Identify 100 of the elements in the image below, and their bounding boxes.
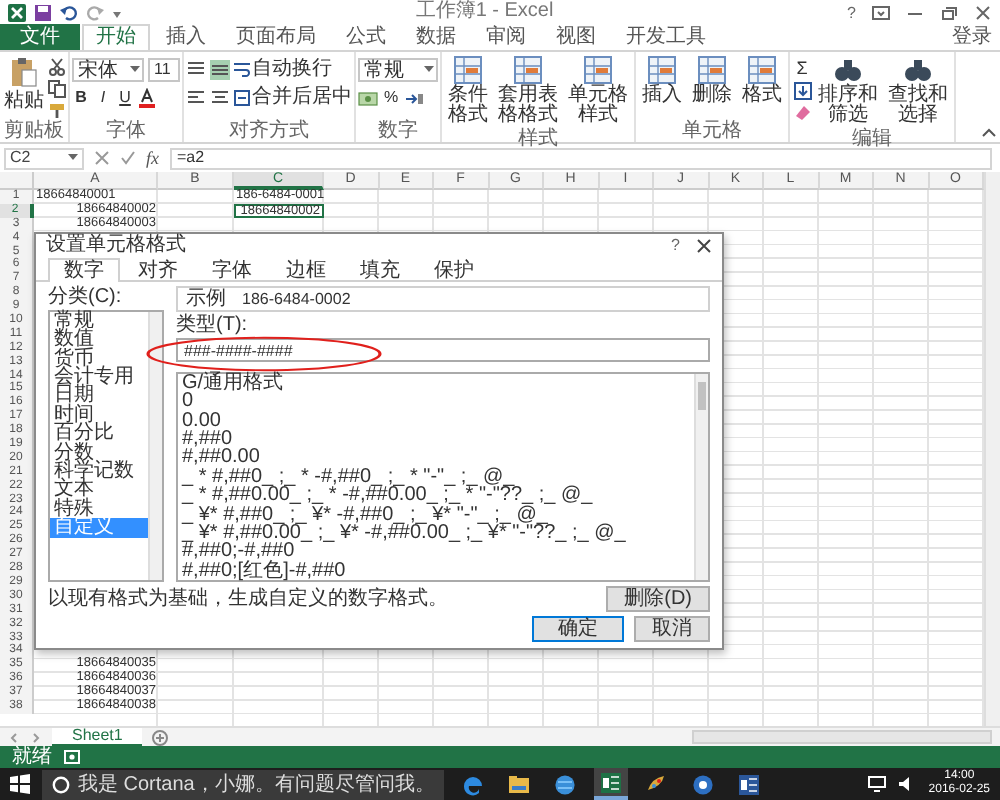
close-icon[interactable] [974,5,992,19]
help-button[interactable]: ? [671,236,680,255]
category-item[interactable]: 常规 [50,311,148,331]
ok-button[interactable]: 确定 [532,616,624,643]
windows-icon[interactable] [10,774,30,794]
number-format-field[interactable]: 常规 [358,58,438,82]
format-item[interactable]: #,##0.00 [178,448,694,468]
category-item[interactable]: 分数 [50,443,148,462]
dialog-tab[interactable]: 填充 [344,257,416,280]
text-style-button[interactable]: U [116,88,134,108]
ribbon-button[interactable]: 格式 [738,54,786,108]
close-icon[interactable] [696,237,712,254]
check-icon[interactable] [120,150,136,166]
restore-icon[interactable] [940,5,958,19]
fill-down-icon[interactable] [793,82,811,100]
category-item[interactable]: 科学记数 [50,461,148,481]
ribbon-button[interactable]: 查找和选择 [884,54,952,128]
file-tab[interactable]: 文件 [0,24,80,50]
ribbon-button[interactable]: 排序和筛选 [814,54,882,128]
ribbon-tab[interactable]: 审阅 [472,24,540,50]
copy-icon[interactable] [48,80,66,98]
font-color-icon[interactable] [138,88,156,108]
merge-center-button[interactable]: 合并后居中 [234,86,352,108]
ribbon-tab[interactable]: 视图 [542,24,610,50]
previous-sheet-icon[interactable] [8,731,20,743]
help-button[interactable]: ? [847,3,856,21]
text-style-button[interactable]: B [72,88,90,108]
description-text: 以现有格式为基础，生成自定义的数字格式。 [48,588,450,611]
delete-button[interactable]: 删除(D) [606,586,710,613]
ribbon-button[interactable]: 套用表格格式 [494,54,562,128]
font-field[interactable]: 宋体 [72,58,144,82]
ribbon-options-icon[interactable] [872,5,890,19]
category-item[interactable]: 特殊 [50,499,148,519]
dialog-tab[interactable]: 保护 [418,257,490,280]
category-item[interactable]: 日期 [50,386,148,406]
sheet-tab[interactable]: Sheet1 [52,727,143,747]
paste-button[interactable]: 粘贴 [2,54,46,114]
align-middle-icon[interactable] [210,59,230,79]
dialog-tab[interactable]: 对齐 [122,257,194,280]
font-size-field[interactable]: 11 [148,58,180,82]
network-icon[interactable] [868,776,887,792]
horizontal-scrollbar[interactable] [692,730,992,744]
format-item[interactable]: #,##0 [178,429,694,449]
spreadsheet-app-icon[interactable] [594,768,629,800]
eraser-icon[interactable] [793,104,811,122]
type-field[interactable]: ###-####-#### [176,337,710,362]
ribbon-tab[interactable]: 插入 [152,24,220,50]
wrap-icon [234,61,250,77]
brush-icon[interactable] [48,102,66,120]
category-item[interactable]: 货币 [50,349,148,368]
dialog-tab[interactable]: 边框 [270,257,342,280]
dialog-tab[interactable]: 字体 [196,257,268,280]
formula-field[interactable]: =a2 [169,147,992,169]
ribbon-tab[interactable]: 开始 [82,24,150,50]
text-style-button[interactable]: I [94,88,112,108]
name-box[interactable]: C2 [4,147,84,169]
cancel-button[interactable]: 取消 [634,616,710,643]
collapse-icon[interactable] [982,128,996,138]
ribbon-button[interactable]: 单元格样式 [564,54,632,128]
align-center-icon[interactable] [210,87,230,107]
autosum-button[interactable]: Σ [792,58,812,78]
macro-record-icon[interactable] [64,750,80,764]
save-icon[interactable] [34,3,52,21]
wrap-text-button[interactable]: 自动换行 [234,58,332,80]
format-item[interactable]: #,##0;-#,##0 [178,542,694,562]
category-item[interactable]: 文本 [50,480,148,500]
ribbon-button[interactable]: 条件格式 [444,54,492,128]
category-item[interactable]: 会计专用 [50,367,148,387]
format-item[interactable]: _ ¥* #,##0_ ;_ ¥* -#,##0_ ;_ ¥* "-"_ ;_ @_ [178,505,694,524]
vertical-scrollbar[interactable] [984,172,1000,726]
scissors-icon[interactable] [48,58,66,76]
ribbon-tab[interactable]: 开发工具 [612,24,720,50]
category-item[interactable]: 数值 [50,330,148,349]
ribbon-tab[interactable]: 数据 [402,24,470,50]
format-item[interactable]: 0 [178,392,694,411]
ribbon-button[interactable]: 删除 [688,54,736,108]
next-sheet-icon[interactable] [30,731,42,743]
scrollbar[interactable] [148,311,162,581]
search-box[interactable]: 我是 Cortana，小娜。有问题尽管问我。 [42,769,445,799]
undo-icon[interactable] [60,3,78,21]
sign-in-link[interactable]: 登录 [952,24,992,50]
category-item[interactable]: 百分比 [50,424,148,444]
format-item[interactable]: #,##0;[红色]-#,##0 [178,561,694,581]
decimal-icon[interactable] [404,89,424,107]
format-item[interactable]: _ * #,##0_ ;_ * -#,##0_ ;_ * "-"_ ;_ @_ [178,467,694,487]
format-item[interactable]: 0.00 [178,411,694,430]
ribbon-tab[interactable]: 页面布局 [222,24,330,50]
ribbon-button[interactable]: 插入 [638,54,686,108]
ribbon-tab[interactable]: 公式 [332,24,400,50]
currency-icon[interactable] [358,89,378,107]
format-item[interactable]: _ * #,##0.00_ ;_ * -#,##0.00_ ;_ * "-"??_ ;_ @_ [178,486,694,506]
percent-button[interactable]: % [382,88,400,108]
format-item[interactable]: G/通用格式 [178,373,694,393]
add-sheet-icon[interactable] [152,729,169,745]
cancel-icon[interactable] [94,150,110,166]
align-left-icon[interactable] [186,87,206,107]
scrollbar[interactable] [694,373,708,581]
insert-function-button[interactable]: fx [146,148,159,168]
dialog-tab[interactable]: 数字 [48,257,120,282]
align-top-icon[interactable] [186,59,206,79]
